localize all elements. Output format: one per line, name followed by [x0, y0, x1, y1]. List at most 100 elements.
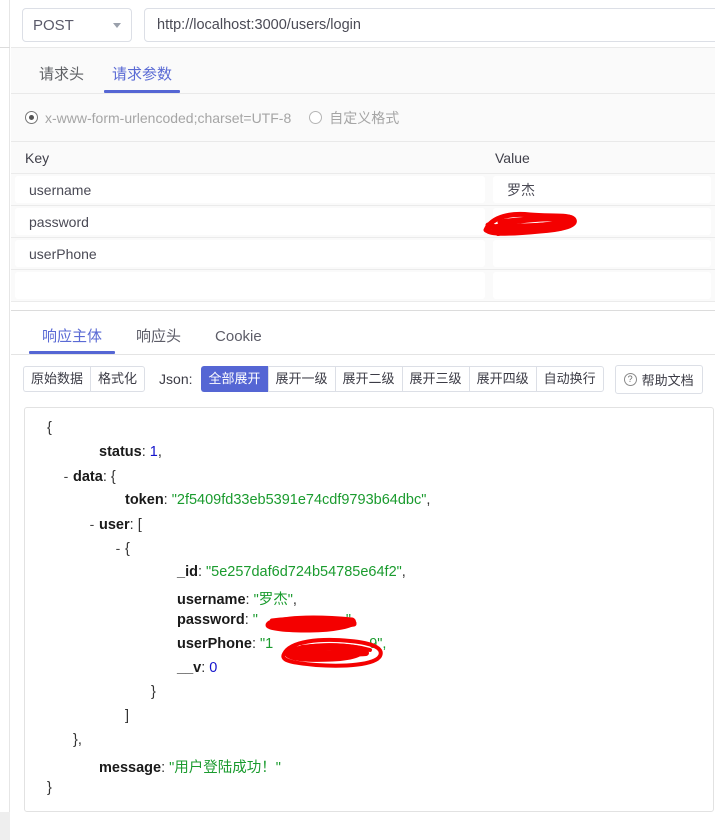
json-line: password: " ", [25, 612, 713, 636]
json-key: username [177, 592, 246, 608]
json-line: userPhone: "1 9", [25, 636, 713, 660]
word-wrap-button[interactable]: 自动换行 [535, 365, 604, 393]
json-label: Json: [159, 371, 193, 387]
json-value: [ [137, 517, 142, 533]
params-table-header: Key Value [11, 142, 715, 174]
json-colon: : [244, 612, 253, 628]
json-brace: ] [125, 708, 130, 724]
json-value: "2f5409fd33eb5391e74cdf9793b64dbc" [171, 492, 427, 508]
column-header-value: Value [495, 149, 530, 166]
json-brace: { [47, 420, 52, 436]
json-value: 1 [149, 444, 158, 460]
http-method-select[interactable]: POST [22, 8, 132, 42]
json-line: { [25, 420, 713, 444]
tab-request-headers[interactable]: 请求头 [25, 67, 98, 93]
param-value-input[interactable] [493, 240, 711, 267]
param-value-input[interactable]: 罗杰 [493, 176, 711, 203]
json-colon: : [102, 469, 111, 485]
json-value: "5e257daf6d724b54785e64f2" [206, 564, 402, 580]
radio-urlencoded[interactable]: x-www-form-urlencoded;charset=UTF-8 [25, 110, 291, 126]
expand-level-4-button[interactable]: 展开四级 [468, 365, 536, 393]
expand-level-1-button[interactable]: 展开一级 [267, 365, 335, 393]
tab-cookie[interactable]: Cookie [198, 329, 279, 354]
api-debug-tool-window: POST 请求头 请求参数 x-www-form-urlencoded;char… [0, 0, 715, 840]
table-row: password [11, 206, 715, 238]
json-line: -{ [25, 540, 713, 564]
url-input[interactable] [144, 8, 715, 42]
table-row: userPhone [11, 238, 715, 270]
json-value: "用户登陆成功！" [169, 760, 281, 776]
json-key: userPhone [177, 636, 252, 652]
json-key: status [99, 444, 142, 460]
json-line: - data: { [25, 468, 713, 492]
http-method-label: POST [33, 16, 74, 34]
json-key: token [125, 492, 164, 508]
expand-level-2-button[interactable]: 展开二级 [334, 365, 402, 393]
json-response-viewer[interactable]: {status: 1, - data: {token: "2f5409fd33eb5… [24, 407, 714, 812]
json-line: } [25, 684, 713, 708]
json-line: ] [25, 708, 713, 732]
radio-custom-format-label: 自定义格式 [329, 109, 400, 126]
json-line: message: "用户登陆成功！" [25, 756, 713, 780]
format-button-group: 原始数据 格式化 [23, 365, 146, 393]
json-value: { [110, 469, 116, 485]
json-colon: : [161, 760, 170, 776]
expand-level-3-button[interactable]: 展开三级 [401, 365, 469, 393]
json-key: __v [177, 660, 202, 676]
json-line: _id: "5e257daf6d724b54785e64f2", [25, 564, 713, 588]
chevron-down-icon [113, 22, 121, 28]
json-line: }, [25, 732, 713, 756]
json-line: token: "2f5409fd33eb5391e74cdf9793b64dbc… [25, 492, 713, 516]
json-toolbar: 原始数据 格式化 Json: 全部展开 展开一级 展开二级 展开三级 展开四级 … [11, 355, 715, 403]
json-key: message [99, 760, 162, 776]
request-tabs: 请求头 请求参数 [11, 48, 715, 94]
json-value: "1 [260, 636, 274, 652]
radio-urlencoded-label: x-www-form-urlencoded;charset=UTF-8 [45, 109, 292, 126]
main-panel: POST 请求头 请求参数 x-www-form-urlencoded;char… [11, 0, 715, 840]
param-value-input[interactable] [493, 208, 711, 235]
param-key-input[interactable]: userPhone [15, 240, 485, 267]
param-key-input[interactable]: password [15, 208, 485, 235]
json-line: status: 1, [25, 444, 713, 468]
formatted-button[interactable]: 格式化 [90, 365, 146, 393]
left-gutter [0, 0, 10, 840]
url-bar: POST [11, 0, 715, 48]
json-value: " [252, 612, 258, 628]
param-value-input[interactable] [493, 272, 711, 299]
param-key-input[interactable] [15, 272, 485, 299]
radio-unselected-icon [309, 111, 323, 124]
json-suffix: , [401, 564, 406, 580]
tab-request-params[interactable]: 请求参数 [98, 67, 186, 93]
params-table: Key Value username 罗杰 password userPhone [11, 142, 715, 302]
json-suffix: ", [345, 612, 356, 628]
json-collapse-toggle[interactable]: - [59, 468, 73, 484]
json-value: 0 [209, 660, 218, 676]
expand-all-button[interactable]: 全部展开 [200, 365, 268, 393]
json-colon: : [251, 636, 260, 652]
json-key: _id [177, 564, 198, 580]
json-suffix: , [157, 444, 162, 460]
help-docs-label: 帮助文档 [641, 372, 694, 388]
raw-data-button[interactable]: 原始数据 [23, 365, 91, 393]
tab-response-headers[interactable]: 响应头 [119, 329, 198, 354]
json-line: } [25, 780, 713, 804]
json-suffix: 9", [369, 636, 387, 652]
json-suffix: , [426, 492, 431, 508]
json-collapse-toggle[interactable]: - [85, 516, 99, 532]
json-brace: }, [73, 732, 82, 748]
table-row [11, 270, 715, 302]
column-header-key: Key [25, 149, 50, 166]
gutter-divider [0, 47, 10, 48]
json-line: __v: 0 [25, 660, 713, 684]
radio-selected-icon [25, 111, 38, 124]
json-key: data [73, 469, 103, 485]
json-key: password [177, 612, 245, 628]
radio-custom-format[interactable]: 自定义格式 [309, 108, 399, 128]
tab-response-body[interactable]: 响应主体 [25, 329, 119, 354]
json-collapse-toggle[interactable]: - [111, 540, 125, 556]
json-colon: : [129, 517, 138, 533]
param-key-input[interactable]: username [15, 176, 485, 203]
help-docs-button[interactable]: ? 帮助文档 [614, 364, 703, 394]
table-row: username 罗杰 [11, 174, 715, 206]
json-colon: : [245, 592, 254, 608]
